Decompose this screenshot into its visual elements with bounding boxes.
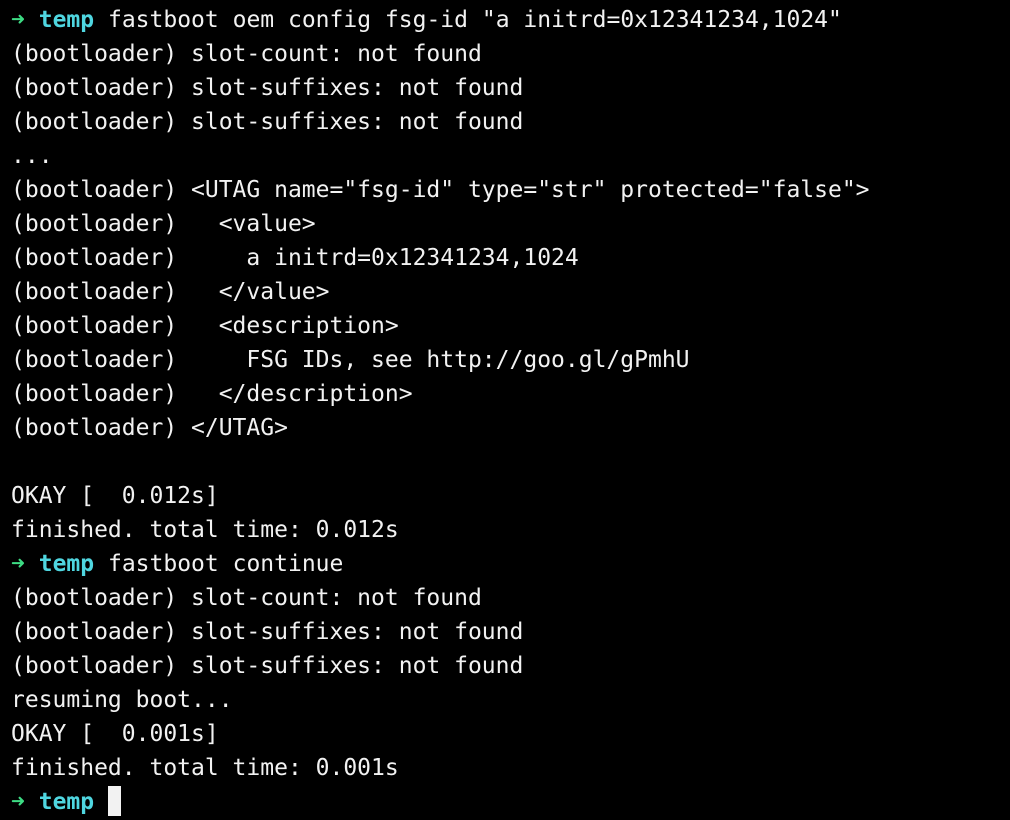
output-line: (bootloader) <value> (11, 211, 316, 237)
prompt-directory: temp (38, 551, 95, 577)
output-line: (bootloader) slot-suffixes: not found (11, 109, 524, 135)
output-line: (bootloader) FSG IDs, see http://goo.gl/… (11, 347, 690, 373)
terminal-window[interactable]: ➜ temp fastboot oem config fsg-id "a ini… (0, 0, 1010, 820)
output-line: OKAY [ 0.001s] (11, 721, 219, 747)
active-prompt-line[interactable]: ➜ temp (11, 785, 1010, 819)
output-line: (bootloader) </value> (11, 279, 330, 305)
output-line: (bootloader) </description> (11, 381, 413, 407)
output-line: finished. total time: 0.001s (11, 755, 399, 781)
right-arrow-icon: ➜ (11, 7, 25, 33)
output-line: (bootloader) <UTAG name="fsg-id" type="s… (11, 177, 870, 203)
output-line: resuming boot... (11, 687, 233, 713)
prompt-directory: temp (38, 789, 95, 815)
right-arrow-icon: ➜ (11, 789, 25, 815)
command-text: fastboot oem config fsg-id "a initrd=0x1… (107, 7, 842, 33)
command-text: fastboot continue (107, 551, 344, 577)
output-line: (bootloader) slot-suffixes: not found (11, 653, 524, 679)
output-line: OKAY [ 0.012s] (11, 483, 219, 509)
output-line: (bootloader) </UTAG> (11, 415, 288, 441)
output-line: (bootloader) slot-suffixes: not found (11, 75, 524, 101)
right-arrow-icon: ➜ (11, 551, 25, 577)
output-line: (bootloader) <description> (11, 313, 399, 339)
command-line: ➜ temp fastboot oem config fsg-id "a ini… (11, 3, 1010, 37)
output-line: (bootloader) slot-count: not found (11, 585, 482, 611)
text-cursor (107, 785, 121, 816)
output-line: ... (11, 143, 53, 169)
output-line: (bootloader) slot-suffixes: not found (11, 619, 524, 645)
prompt-directory: temp (38, 7, 95, 33)
output-line: (bootloader) slot-count: not found (11, 41, 482, 67)
output-line: (bootloader) a initrd=0x12341234,1024 (11, 245, 579, 271)
output-line: finished. total time: 0.012s (11, 517, 399, 543)
command-line: ➜ temp fastboot continue (11, 547, 1010, 581)
